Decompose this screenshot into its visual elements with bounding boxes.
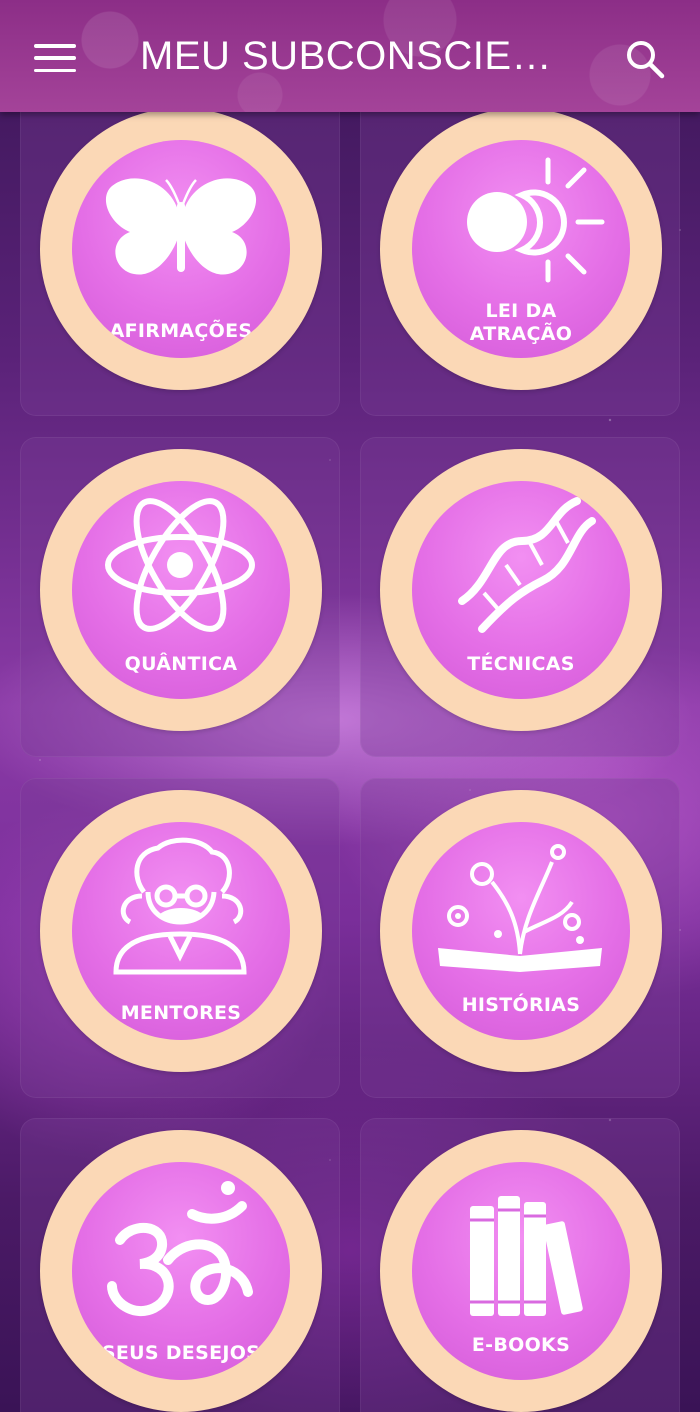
menu-item-historias[interactable]: HISTÓRIAS (360, 778, 680, 1098)
menu-item-circle: AFIRMAÇÕES (72, 140, 290, 358)
menu-item-ring: HISTÓRIAS (380, 790, 662, 1072)
top-app-bar: MEU SUBCONSCIE… (0, 0, 700, 112)
menu-item-tecnicas[interactable]: TÉCNICAS (360, 437, 680, 757)
menu-item-label: AFIRMAÇÕES (109, 320, 253, 342)
menu-item-circle: LEI DA ATRAÇÃO (412, 140, 630, 358)
menu-item-seus-desejos[interactable]: SEUS DESEJOS (20, 1118, 340, 1412)
menu-item-circle: TÉCNICAS (412, 481, 630, 699)
menu-item-label: SEUS DESEJOS (101, 1342, 261, 1364)
menu-item-circle: QUÂNTICA (72, 481, 290, 699)
menu-item-ring: TÉCNICAS (380, 449, 662, 731)
menu-item-label: E-BOOKS (471, 1334, 571, 1356)
menu-item-circle: MENTORES (72, 822, 290, 1040)
search-icon[interactable] (622, 36, 668, 82)
menu-item-ring: AFIRMAÇÕES (40, 108, 322, 390)
menu-item-label: MENTORES (120, 1002, 242, 1024)
menu-item-lei-da-atracao[interactable]: LEI DA ATRAÇÃO (360, 96, 680, 416)
menu-item-ring: SEUS DESEJOS (40, 1130, 322, 1412)
menu-item-label: HISTÓRIAS (461, 994, 581, 1016)
menu-item-mentores[interactable]: MENTORES (20, 778, 340, 1098)
app-title: MEU SUBCONSCIE… (140, 34, 552, 78)
menu-item-ring: QUÂNTICA (40, 449, 322, 731)
menu-item-quantica[interactable]: QUÂNTICA (20, 437, 340, 757)
menu-item-circle: E-BOOKS (412, 1162, 630, 1380)
menu-item-ring: MENTORES (40, 790, 322, 1072)
main-screen: MEU SUBCONSCIE… AFIRMAÇÕES LEI DA ATRAÇÃ… (0, 0, 700, 1412)
menu-item-e-books[interactable]: E-BOOKS (360, 1118, 680, 1412)
menu-item-label: TÉCNICAS (467, 653, 575, 675)
menu-item-circle: HISTÓRIAS (412, 822, 630, 1040)
menu-item-circle: SEUS DESEJOS (72, 1162, 290, 1380)
menu-item-label: QUÂNTICA (124, 653, 238, 675)
hamburger-menu-icon[interactable] (32, 40, 78, 76)
menu-item-label: LEI DA ATRAÇÃO (469, 300, 573, 345)
menu-item-afirmacoes[interactable]: AFIRMAÇÕES (20, 96, 340, 416)
menu-item-ring: E-BOOKS (380, 1130, 662, 1412)
menu-item-ring: LEI DA ATRAÇÃO (380, 108, 662, 390)
